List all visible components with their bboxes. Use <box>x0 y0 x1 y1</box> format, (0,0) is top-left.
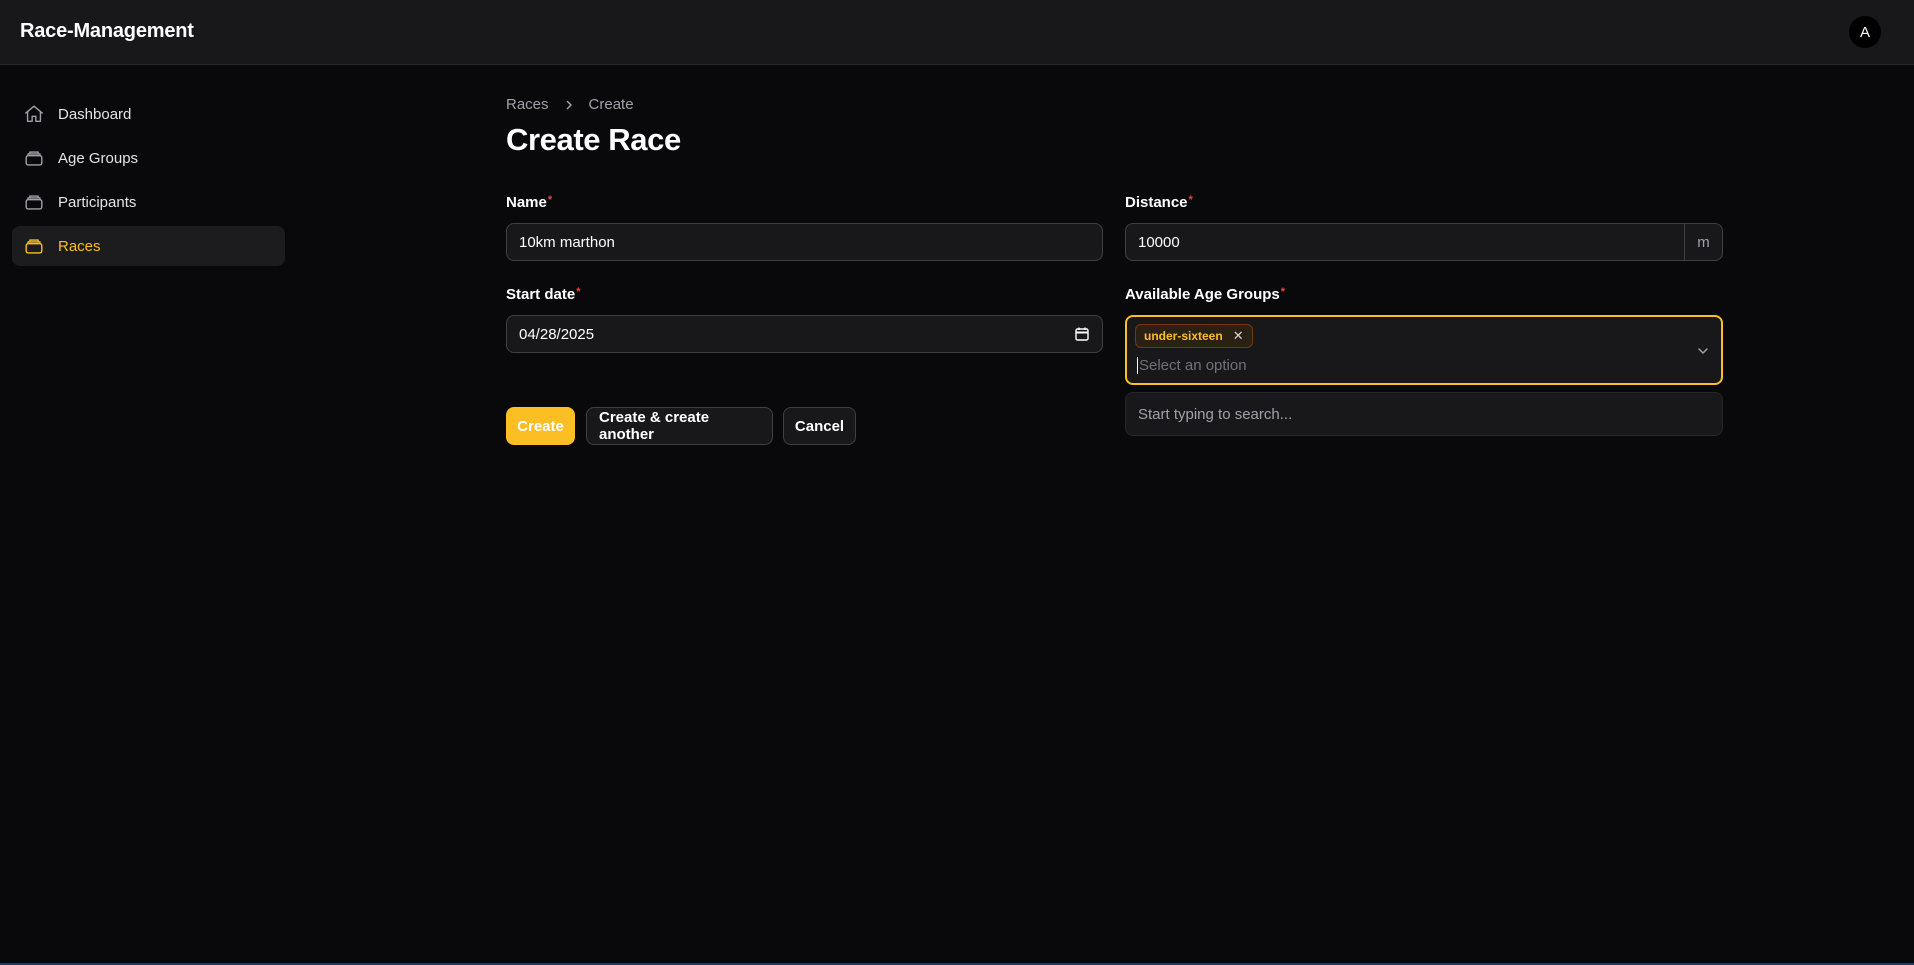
start-date-input[interactable]: 04/28/2025 <box>506 315 1103 353</box>
calendar-icon[interactable] <box>1074 326 1090 342</box>
create-button[interactable]: Create <box>506 407 575 445</box>
breadcrumb: Races Create <box>506 96 634 113</box>
app-title[interactable]: Race-Management <box>20 20 194 43</box>
age-groups-multiselect[interactable]: under-sixteen ✕ Select an option <box>1125 315 1723 385</box>
distance-label-text: Distance <box>1125 194 1188 211</box>
breadcrumb-races-link[interactable]: Races <box>506 96 549 113</box>
required-mark: * <box>576 286 581 298</box>
start-date-label-text: Start date <box>506 286 576 303</box>
selected-tag: under-sixteen ✕ <box>1135 324 1253 348</box>
top-bar: Race-Management A <box>0 0 1914 65</box>
sidebar-item-age-groups[interactable]: Age Groups <box>12 138 285 178</box>
distance-value: 10000 <box>1138 233 1180 251</box>
start-date-label: Start date* <box>506 286 580 303</box>
create-another-button[interactable]: Create & create another <box>586 407 773 445</box>
cancel-button[interactable]: Cancel <box>783 407 856 445</box>
sidebar: Dashboard Age Groups Participants Races <box>12 94 285 270</box>
sidebar-item-races[interactable]: Races <box>12 226 285 266</box>
sidebar-item-label: Age Groups <box>58 149 139 167</box>
sidebar-item-label: Dashboard <box>58 105 132 123</box>
chevron-right-icon <box>563 99 575 111</box>
name-value: 10km marthon <box>519 233 615 251</box>
distance-input[interactable]: 10000 m <box>1125 223 1723 261</box>
name-label: Name* <box>506 194 552 211</box>
name-input[interactable]: 10km marthon <box>506 223 1103 261</box>
home-icon <box>22 102 46 126</box>
breadcrumb-current[interactable]: Create <box>589 96 634 113</box>
required-mark: * <box>547 194 553 206</box>
tag-label: under-sixteen <box>1144 329 1223 343</box>
sidebar-item-participants[interactable]: Participants <box>12 182 285 222</box>
age-groups-label-text: Available Age Groups <box>1125 286 1280 303</box>
start-date-value: 04/28/2025 <box>519 325 595 343</box>
sidebar-item-label: Participants <box>58 193 137 211</box>
required-mark: * <box>1188 194 1193 206</box>
sidebar-item-label: Races <box>58 237 101 255</box>
distance-label: Distance* <box>1125 194 1193 211</box>
page-title: Create Race <box>506 122 681 157</box>
age-groups-search-input[interactable]: Select an option <box>1137 357 1247 374</box>
stack-icon <box>22 146 46 170</box>
chevron-down-icon[interactable] <box>1695 343 1711 359</box>
stack-icon <box>22 190 46 214</box>
stack-icon <box>22 234 46 258</box>
sidebar-item-dashboard[interactable]: Dashboard <box>12 94 285 134</box>
age-groups-label: Available Age Groups* <box>1125 286 1285 303</box>
name-label-text: Name <box>506 194 547 211</box>
age-groups-dropdown: Start typing to search... <box>1125 392 1723 436</box>
required-mark: * <box>1280 286 1286 298</box>
user-avatar[interactable]: A <box>1849 16 1881 48</box>
remove-tag-icon[interactable]: ✕ <box>1233 328 1244 344</box>
distance-unit-suffix: m <box>1684 224 1722 260</box>
